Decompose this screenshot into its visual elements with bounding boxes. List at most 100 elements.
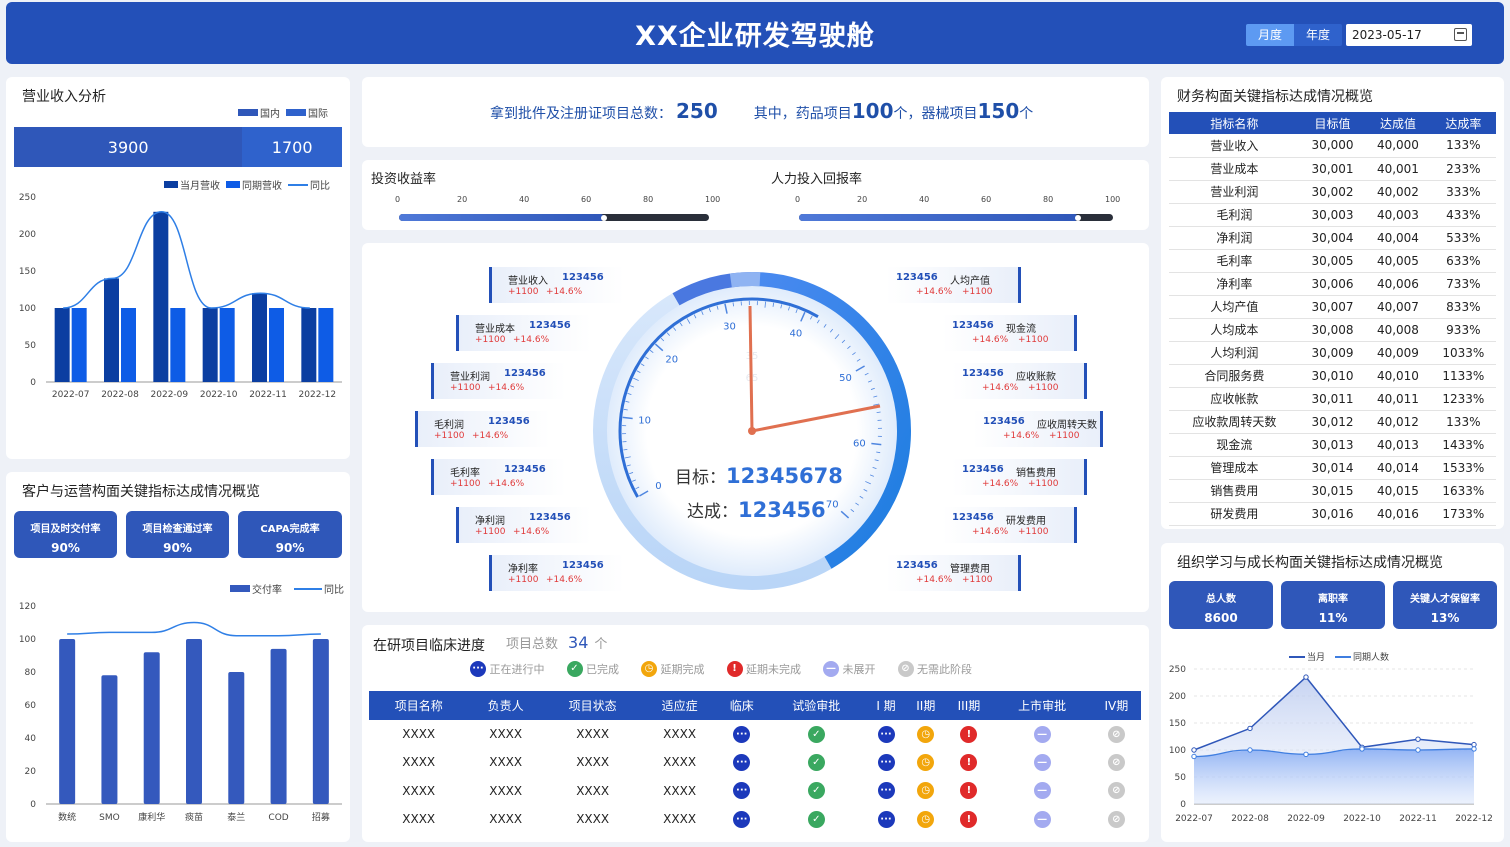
table-row[interactable]: XXXX XXXX XXXX XXXX ··· ✓ ··· ◷! — ⊘: [369, 748, 1141, 776]
table-row[interactable]: 现金流 30,013 40,013 1433%: [1169, 433, 1496, 457]
column-header[interactable]: 上市审批: [992, 691, 1092, 720]
table-row[interactable]: 营业成本 30,001 40,001 233%: [1169, 157, 1496, 181]
metric-card[interactable]: 123456 应收账款 +14.6% +1100: [952, 363, 1087, 399]
approval-total: 250: [676, 99, 718, 123]
kpi-talent-retention[interactable]: 关键人才保留率 13%: [1393, 581, 1497, 629]
approval-text: 其中，药品项目: [753, 106, 852, 122]
column-header[interactable]: 指标名称: [1169, 112, 1300, 134]
table-row[interactable]: 营业利润 30,002 40,002 333%: [1169, 180, 1496, 204]
table-row[interactable]: XXXX XXXX XXXX XXXX ··· ✓ ··· ◷! — ⊘: [369, 777, 1141, 805]
table-row[interactable]: 管理成本 30,014 40,014 1533%: [1169, 456, 1496, 480]
clock-icon: ◷: [641, 661, 657, 677]
bar-current: [202, 308, 218, 382]
column-header[interactable]: 项目状态: [542, 691, 643, 720]
metric-card[interactable]: 营业成本 123456 +1100 +14.6%: [456, 315, 591, 351]
metric-card[interactable]: 营业利润 123456 +1100 +14.6%: [431, 363, 566, 399]
toggle-year-button[interactable]: 年度: [1294, 24, 1342, 46]
table-row[interactable]: 营业收入 30,000 40,000 133%: [1169, 134, 1496, 158]
column-header[interactable]: 目标值: [1299, 112, 1366, 134]
column-header[interactable]: IV期: [1091, 691, 1141, 720]
kpi-value: 11%: [1318, 611, 1348, 625]
table-cell: 40,013: [1365, 433, 1431, 457]
table-row[interactable]: XXXX XXXX XXXX XXXX ··· ✓ ··· ◷! — ⊘: [369, 805, 1141, 833]
roi-label: 投资收益率: [371, 172, 437, 187]
table-cell: 30,002: [1299, 180, 1366, 204]
calendar-icon[interactable]: [1454, 28, 1467, 41]
table-cell: XXXX: [489, 812, 523, 827]
kpi-ontime-delivery[interactable]: 项目及时交付率 90%: [14, 511, 117, 558]
legend-line: [1335, 655, 1352, 658]
table-cell: 毛利润: [1169, 203, 1300, 227]
completed-icon: ✓: [807, 753, 825, 771]
table-cell: 40,000: [1365, 134, 1431, 158]
column-header[interactable]: 试验审批: [766, 691, 866, 720]
total-label: 项目总数: [506, 637, 559, 652]
table-row[interactable]: 研发费用 30,016 40,016 1733%: [1169, 502, 1496, 526]
table-row[interactable]: 毛利率 30,005 40,005 633%: [1169, 249, 1496, 273]
kpi-value: 90%: [51, 541, 80, 555]
hr-slider-handle[interactable]: [1075, 214, 1082, 221]
table-cell: XXXX: [402, 727, 436, 742]
metric-delta: +14.6%: [1003, 431, 1040, 441]
table-row[interactable]: XXXX XXXX XXXX XXXX ··· ✓ ··· ◷! — ⊘: [369, 720, 1141, 748]
column-header[interactable]: I 期: [865, 691, 907, 720]
metric-card[interactable]: 毛利润 123456 +1100 +14.6%: [415, 411, 550, 447]
table-row[interactable]: 毛利润 30,003 40,003 433%: [1169, 203, 1496, 227]
drug-count: 100: [851, 99, 894, 123]
column-header[interactable]: 达成值: [1365, 112, 1431, 134]
table-row[interactable]: 人均产值 30,007 40,007 833%: [1169, 295, 1496, 319]
column-header[interactable]: 项目名称: [369, 691, 469, 720]
column-header[interactable]: II期: [906, 691, 946, 720]
table-row[interactable]: 人均成本 30,008 40,008 933%: [1169, 318, 1496, 342]
status-cell: ✓: [767, 777, 866, 805]
status-cell: —: [992, 720, 1091, 748]
roi-slider[interactable]: [399, 214, 709, 221]
table-cell: 1733%: [1430, 502, 1496, 526]
alert-icon: !: [960, 782, 978, 800]
table-row[interactable]: 应收款周转天数 30,012 40,012 133%: [1169, 410, 1496, 434]
x-tick-label: 泰兰: [227, 811, 245, 823]
column-header[interactable]: 达成率: [1430, 112, 1496, 134]
table-row[interactable]: 合同服务费 30,010 40,010 1133%: [1169, 364, 1496, 388]
kpi-turnover[interactable]: 离职率 11%: [1281, 581, 1385, 629]
kpi-inspection-pass[interactable]: 项目检查通过率 90%: [126, 511, 229, 558]
x-tick-label: 康利华: [138, 811, 165, 823]
metric-delta: +14.6%: [546, 575, 583, 585]
domestic-segment: 3900: [14, 127, 243, 167]
table-row[interactable]: 应收帐款 30,011 40,011 1233%: [1169, 387, 1496, 411]
y-tick-label: 40: [25, 734, 37, 744]
metric-card[interactable]: 123456 现金流 +14.6% +1100: [942, 315, 1077, 351]
hr-slider[interactable]: [799, 214, 1113, 221]
metric-card[interactable]: 123456 销售费用 +14.6% +1100: [952, 459, 1087, 495]
table-row[interactable]: 净利润 30,004 40,004 533%: [1169, 226, 1496, 250]
table-cell: XXXX: [576, 755, 610, 770]
column-header[interactable]: 临床: [716, 691, 767, 720]
metric-card[interactable]: 毛利率 123456 +1100 +14.6%: [431, 459, 566, 495]
status-legend: ··· 正在进行中 ✓ 已完成 ◷ 延期完成 ! 延期未完成 — 未展开 ⊘ 无…: [470, 661, 972, 677]
legend-swatch: [164, 181, 178, 188]
metric-card[interactable]: 净利润 123456 +1100 +14.6%: [456, 507, 591, 543]
table-row[interactable]: 人均利润 30,009 40,009 1033%: [1169, 341, 1496, 365]
column-header[interactable]: III期: [945, 691, 993, 720]
metric-name: 应收账款: [1016, 372, 1056, 383]
kpi-capa-completion[interactable]: CAPA完成率 90%: [238, 511, 342, 558]
slider-tick-label: 60: [581, 195, 592, 204]
kpi-headcount[interactable]: 总人数 8600: [1169, 581, 1273, 629]
date-picker[interactable]: 2023-05-17: [1346, 24, 1472, 46]
column-header[interactable]: 负责人: [468, 691, 543, 720]
metric-card[interactable]: 123456 应收周转天数 +14.6% +1100: [973, 411, 1103, 447]
gauge-hand-long: [748, 305, 754, 432]
approval-label: 拿到批件及注册证项目总数：: [490, 106, 672, 122]
y-tick-label: 0: [30, 800, 36, 810]
table-cell: 营业利润: [1169, 180, 1300, 204]
roi-slider-handle[interactable]: [600, 214, 607, 221]
toggle-month-button[interactable]: 月度: [1246, 24, 1294, 46]
table-row[interactable]: 净利率 30,006 40,006 733%: [1169, 272, 1496, 296]
gauge-tick-label: 0: [655, 481, 661, 492]
in-progress-icon: ···: [877, 782, 895, 800]
table-cell: 30,001: [1299, 157, 1366, 181]
column-header[interactable]: 适应症: [642, 691, 717, 720]
table-cell: XXXX: [489, 783, 523, 798]
table-row[interactable]: 销售费用 30,015 40,015 1633%: [1169, 479, 1496, 503]
metric-card[interactable]: 123456 研发费用 +14.6% +1100: [942, 507, 1077, 543]
